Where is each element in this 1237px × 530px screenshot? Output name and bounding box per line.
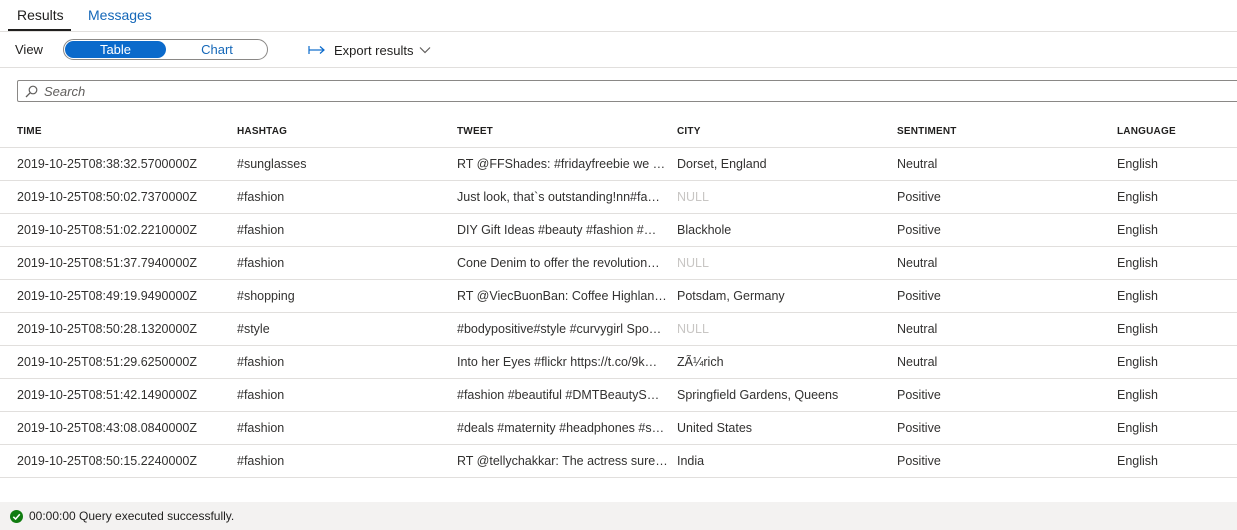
sentiment-cell: Neutral [897, 256, 938, 270]
table-row[interactable]: 2019-10-25T08:51:02.2210000Z #fashion DIY … [0, 214, 1237, 247]
time-cell: 2019-10-25T08:51:42.1490000Z [17, 388, 198, 402]
hashtag-cell: #fashion [237, 190, 285, 204]
status-message: 00:00:00 Query executed successfully. [29, 509, 235, 523]
table-row[interactable]: 2019-10-25T08:50:15.2240000Z #fashion RT @… [0, 445, 1237, 478]
city-cell: United States [677, 421, 753, 435]
tweet-cell: Just look, that`s outstanding!nn#fa… [457, 190, 660, 204]
time-cell: 2019-10-25T08:51:37.7940000Z [17, 256, 198, 270]
table-row[interactable]: 2019-10-25T08:49:19.9490000Z #shopping RT … [0, 280, 1237, 313]
results-grid: TIME HASHTAG TWEET CITY SENTIMENT LANGUA… [0, 114, 1237, 478]
sentiment-cell: Neutral [897, 322, 938, 336]
chevron-down-icon [419, 44, 431, 56]
table-row[interactable]: 2019-10-25T08:50:02.7370000Z #fashion Just… [0, 181, 1237, 214]
tab-results[interactable]: Results [17, 6, 64, 24]
results-tabs: Results Messages [0, 0, 1237, 32]
city-cell: ZÃ¼rich [677, 355, 724, 369]
export-results-label: Export results [334, 42, 414, 58]
language-cell: English [1117, 454, 1158, 468]
city-cell: NULL [677, 190, 709, 204]
city-cell: Potsdam, Germany [677, 289, 785, 303]
language-cell: English [1117, 256, 1158, 270]
time-cell: 2019-10-25T08:43:08.0840000Z [17, 421, 198, 435]
hashtag-cell: #fashion [237, 388, 285, 402]
sentiment-cell: Neutral [897, 157, 938, 171]
tweet-cell: #fashion #beautiful #DMTBeautyS… [457, 388, 660, 402]
language-cell: English [1117, 355, 1158, 369]
table-row[interactable]: 2019-10-25T08:50:28.1320000Z #style #bodyp… [0, 313, 1237, 346]
sentiment-cell: Positive [897, 190, 941, 204]
time-cell: 2019-10-25T08:51:02.2210000Z [17, 223, 198, 237]
hashtag-cell: #shopping [237, 289, 295, 303]
language-cell: English [1117, 190, 1158, 204]
time-cell: 2019-10-25T08:50:15.2240000Z [17, 454, 198, 468]
column-header-city[interactable]: CITY [677, 126, 882, 137]
hashtag-cell: #fashion [237, 421, 285, 435]
language-cell: English [1117, 388, 1158, 402]
search-input[interactable] [44, 82, 1224, 100]
table-row[interactable]: 2019-10-25T08:43:08.0840000Z #fashion #dea… [0, 412, 1237, 445]
hashtag-cell: #fashion [237, 256, 285, 270]
hashtag-cell: #style [237, 322, 270, 336]
active-tab-indicator [8, 29, 71, 31]
city-cell: Dorset, England [677, 157, 767, 171]
city-cell: Springfield Gardens, Queens [677, 388, 839, 402]
time-cell: 2019-10-25T08:50:28.1320000Z [17, 322, 198, 336]
export-results-button[interactable]: Export results [308, 41, 431, 59]
search-box [17, 80, 1237, 102]
language-cell: English [1117, 289, 1158, 303]
city-cell: NULL [677, 322, 709, 336]
language-cell: English [1117, 223, 1158, 237]
city-cell: India [677, 454, 705, 468]
sentiment-cell: Neutral [897, 355, 938, 369]
tweet-cell: #deals #maternity #headphones #s… [457, 421, 665, 435]
table-row[interactable]: 2019-10-25T08:51:29.6250000Z #fashion Into… [0, 346, 1237, 379]
search-icon [25, 85, 38, 98]
tweet-cell: Cone Denim to offer the revolution… [457, 256, 660, 270]
column-header-hashtag[interactable]: HASHTAG [237, 126, 442, 137]
time-cell: 2019-10-25T08:49:19.9490000Z [17, 289, 198, 303]
time-cell: 2019-10-25T08:51:29.6250000Z [17, 355, 198, 369]
table-row[interactable]: 2019-10-25T08:38:32.5700000Z #sunglasses R… [0, 148, 1237, 181]
tweet-cell: DIY Gift Ideas #beauty #fashion #… [457, 223, 657, 237]
language-cell: English [1117, 421, 1158, 435]
column-header-time[interactable]: TIME [17, 126, 222, 137]
language-cell: English [1117, 322, 1158, 336]
view-table-button[interactable]: Table [65, 41, 166, 58]
hashtag-cell: #sunglasses [237, 157, 307, 171]
tweet-cell: Into her Eyes #flickr https://t.co/9k… [457, 355, 658, 369]
time-cell: 2019-10-25T08:50:02.7370000Z [17, 190, 198, 204]
table-row[interactable]: 2019-10-25T08:51:37.7940000Z #fashion Cone… [0, 247, 1237, 280]
column-header-language[interactable]: LANGUAGE [1117, 126, 1232, 137]
language-cell: English [1117, 157, 1158, 171]
table-row[interactable]: 2019-10-25T08:51:42.1490000Z #fashion #fas… [0, 379, 1237, 412]
sentiment-cell: Positive [897, 289, 941, 303]
sentiment-cell: Positive [897, 388, 941, 402]
view-toggle: Table Chart [63, 39, 268, 60]
view-chart-button[interactable]: Chart [167, 41, 267, 58]
column-header-tweet[interactable]: TWEET [457, 126, 668, 137]
sentiment-cell: Positive [897, 454, 941, 468]
city-cell: NULL [677, 256, 709, 270]
hashtag-cell: #fashion [237, 454, 285, 468]
export-arrow-icon [308, 43, 326, 57]
tweet-cell: RT @FFShades: #fridayfreebie we a… [457, 157, 668, 171]
grid-body: 2019-10-25T08:38:32.5700000Z #sunglasses R… [0, 148, 1237, 478]
sentiment-cell: Positive [897, 421, 941, 435]
tab-messages[interactable]: Messages [88, 6, 152, 24]
hashtag-cell: #fashion [237, 223, 285, 237]
status-bar: 00:00:00 Query executed successfully. [0, 502, 1237, 530]
tweet-cell: RT @tellychakkar: The actress surel… [457, 454, 668, 468]
hashtag-cell: #fashion [237, 355, 285, 369]
grid-header: TIME HASHTAG TWEET CITY SENTIMENT LANGUA… [0, 114, 1237, 148]
tweet-cell: #bodypositive#style #curvygirl Spo… [457, 322, 662, 336]
time-cell: 2019-10-25T08:38:32.5700000Z [17, 157, 198, 171]
column-header-sentiment[interactable]: SENTIMENT [897, 126, 1102, 137]
view-label: View [15, 42, 43, 57]
city-cell: Blackhole [677, 223, 732, 237]
toolbar-divider [0, 67, 1237, 68]
check-circle-icon [10, 510, 23, 523]
sentiment-cell: Positive [897, 223, 941, 237]
tweet-cell: RT @ViecBuonBan: Coffee Highlan… [457, 289, 667, 303]
